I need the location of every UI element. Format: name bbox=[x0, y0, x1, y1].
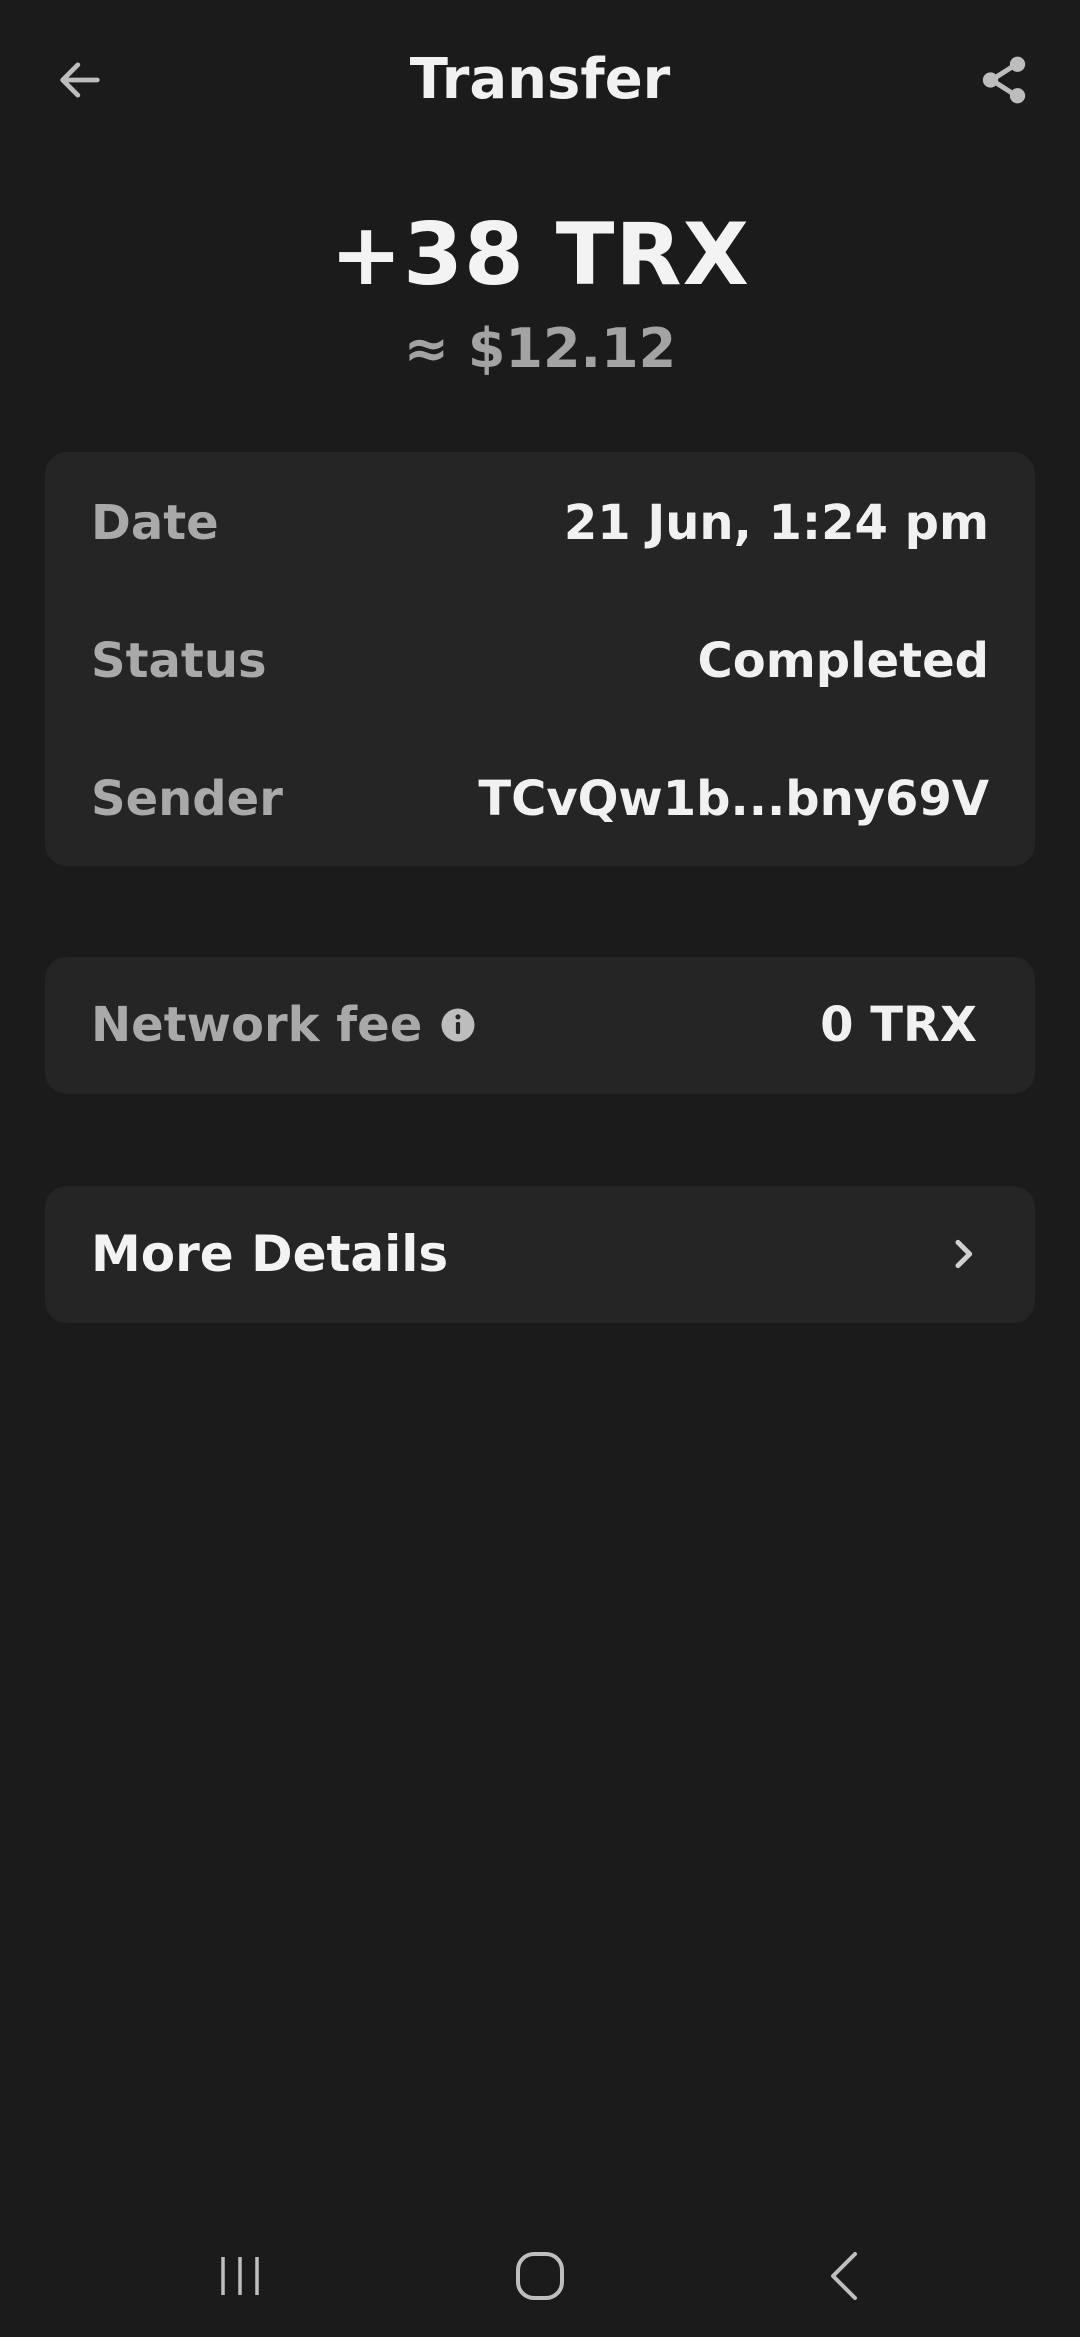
recents-icon bbox=[221, 2257, 259, 2295]
share-icon bbox=[982, 56, 1026, 104]
fee-label-group: Network fee bbox=[91, 997, 476, 1053]
more-details-label: More Details bbox=[91, 1225, 449, 1283]
more-details-row[interactable]: More Details bbox=[91, 1214, 983, 1294]
transfer-amount: +38 TRX bbox=[330, 205, 750, 305]
info-icon[interactable] bbox=[440, 1007, 476, 1043]
fiat-value: ≈ $12.12 bbox=[403, 317, 677, 380]
app-header: Transfer bbox=[0, 0, 1080, 160]
sender-address[interactable]: TCvQw1b...bny69V bbox=[478, 771, 989, 827]
sender-label: Sender bbox=[91, 771, 283, 827]
chevron-right-icon bbox=[943, 1234, 983, 1274]
status-label: Status bbox=[91, 633, 267, 689]
detail-row-date: Date 21 Jun, 1:24 pm bbox=[91, 483, 989, 563]
detail-row-status: Status Completed bbox=[91, 621, 989, 701]
fee-value: 0 TRX bbox=[820, 997, 977, 1053]
detail-row-sender[interactable]: Sender TCvQw1b...bny69V bbox=[91, 759, 989, 839]
fee-label: Network fee bbox=[91, 997, 423, 1053]
date-value: 21 Jun, 1:24 pm bbox=[563, 495, 989, 551]
date-label: Date bbox=[91, 495, 219, 551]
home-icon bbox=[516, 2252, 564, 2300]
network-fee-card: Network fee 0 TRX bbox=[45, 957, 1035, 1094]
page-title: Transfer bbox=[409, 47, 671, 112]
status-value: Completed bbox=[697, 633, 989, 689]
share-button[interactable] bbox=[968, 44, 1040, 116]
system-navigation-bar bbox=[0, 2216, 1080, 2337]
recents-button[interactable] bbox=[190, 2236, 290, 2316]
transaction-details-card: Date 21 Jun, 1:24 pm Status Completed Se… bbox=[45, 452, 1035, 866]
home-button[interactable] bbox=[490, 2236, 590, 2316]
system-back-button[interactable] bbox=[795, 2236, 895, 2316]
more-details-button[interactable]: More Details bbox=[45, 1186, 1035, 1323]
nav-back-icon bbox=[831, 2252, 857, 2300]
fee-row: Network fee 0 TRX bbox=[91, 985, 977, 1065]
